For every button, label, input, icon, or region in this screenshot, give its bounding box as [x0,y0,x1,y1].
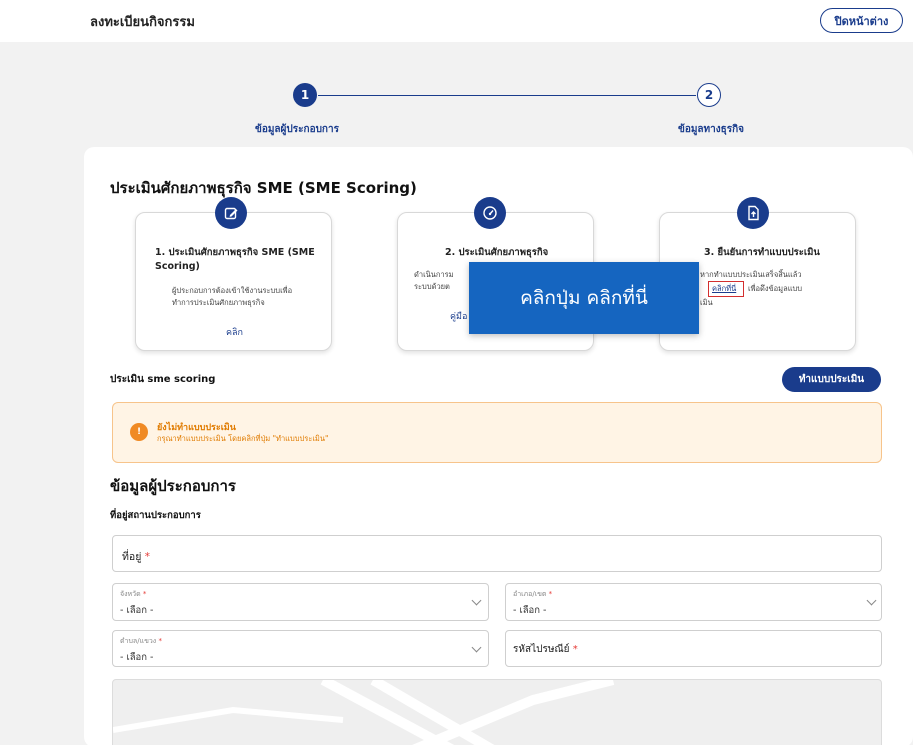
tile-1-desc-line1: ผู้ประกอบการต้องเข้าใช้งานระบบเพื่อ [172,286,293,295]
step-1-label: ข้อมูลผู้ประกอบการ [255,124,339,135]
province-value: - เลือก - [120,605,154,616]
stepper: 1 2 ข้อมูลผู้ประกอบการ ข้อมูลทางธุรกิจ [0,78,913,138]
upload-file-icon [737,197,769,229]
chevron-down-icon [866,595,877,606]
instruction-tooltip: คลิกปุ่ม คลิกที่นี่ [469,262,699,334]
warning-icon: ! [130,423,148,441]
tile-3-desc-line3: เมิน [700,298,713,307]
tile-1-title-line1: 1. ประเมินศักยภาพธุรกิจ SME (SME [155,247,315,258]
tile-2-desc-line1: ดำเนินการม [414,270,454,279]
address-input[interactable]: ที่อยู่ * [112,535,882,572]
warning-alert: ! ยังไม่ทำแบบประเมิน กรุณาทำแบบประเมิน โ… [112,402,882,463]
tile-2-manual-link[interactable]: คู่มือ [450,309,467,323]
sme-section-title: ประเมินศักยภาพธุรกิจ SME (SME Scoring) [110,179,417,197]
sme-scoring-label: ประเมิน sme scoring [110,374,216,385]
edit-icon [215,197,247,229]
stepper-line [318,95,696,96]
subdistrict-value: - เลือก - [120,652,154,663]
chevron-down-icon [471,595,482,606]
district-value: - เลือก - [513,605,547,616]
tile-2-title: 2. ประเมินศักยภาพธุรกิจ [445,247,549,258]
tile-3-desc-line2: เพื่อดึงข้อมูลแบบ [748,284,803,293]
alert-title: ยังไม่ทำแบบประเมิน [157,423,236,433]
map-roads [113,680,615,745]
district-select[interactable]: อำเภอ/เขต * - เลือก - [505,583,882,621]
sme-tile-1: 1. ประเมินศักยภาพธุรกิจ SME (SME Scoring… [135,212,332,351]
subdistrict-select[interactable]: ตำบล/แขวง * - เลือก - [112,630,489,667]
subdistrict-label: ตำบล/แขวง * [120,637,162,645]
tile-1-title-line2: Scoring) [155,261,200,272]
step-1-circle[interactable]: 1 [293,83,317,107]
tile-1-desc-line2: ทำการประเมินศักยภาพธุรกิจ [172,298,265,307]
gauge-icon [474,197,506,229]
top-bar: ลงทะเบียนกิจกรรม ปิดหน้าต่าง [0,0,913,42]
chevron-down-icon [471,642,482,653]
address-section-title: ที่อยู่สถานประกอบการ [110,510,201,521]
page-title: ลงทะเบียนกิจกรรม [90,15,195,30]
step-2-circle[interactable]: 2 [697,83,721,107]
tile-3-desc-line1: หากทำแบบประเมินเสร็จสิ้นแล้ว [700,270,802,279]
tile-1-click-link[interactable]: คลิก [226,325,243,339]
tile-2-desc-line2: ระบบด้วยต [414,282,450,291]
do-evaluation-button[interactable]: ทำแบบประเมิน [782,367,881,392]
close-window-button[interactable]: ปิดหน้าต่าง [820,8,903,33]
postcode-input[interactable]: รหัสไปรษณีย์ * [505,630,882,667]
address-placeholder: ที่อยู่ * [122,551,150,563]
alert-subtitle: กรุณาทำแบบประเมิน โดยคลิกที่ปุ่ม "ทำแบบป… [157,434,329,443]
step-2-label: ข้อมูลทางธุรกิจ [678,124,745,135]
province-label: จังหวัด * [120,590,147,598]
map-area[interactable] [112,679,882,745]
postcode-placeholder: รหัสไปรษณีย์ * [513,644,578,655]
province-select[interactable]: จังหวัด * - เลือก - [112,583,489,621]
district-label: อำเภอ/เขต * [513,590,553,598]
click-here-highlight [708,281,744,297]
operator-section-title: ข้อมูลผู้ประกอบการ [110,477,236,495]
tile-3-title: 3. ยืนยันการทำแบบประเมิน [704,247,820,258]
